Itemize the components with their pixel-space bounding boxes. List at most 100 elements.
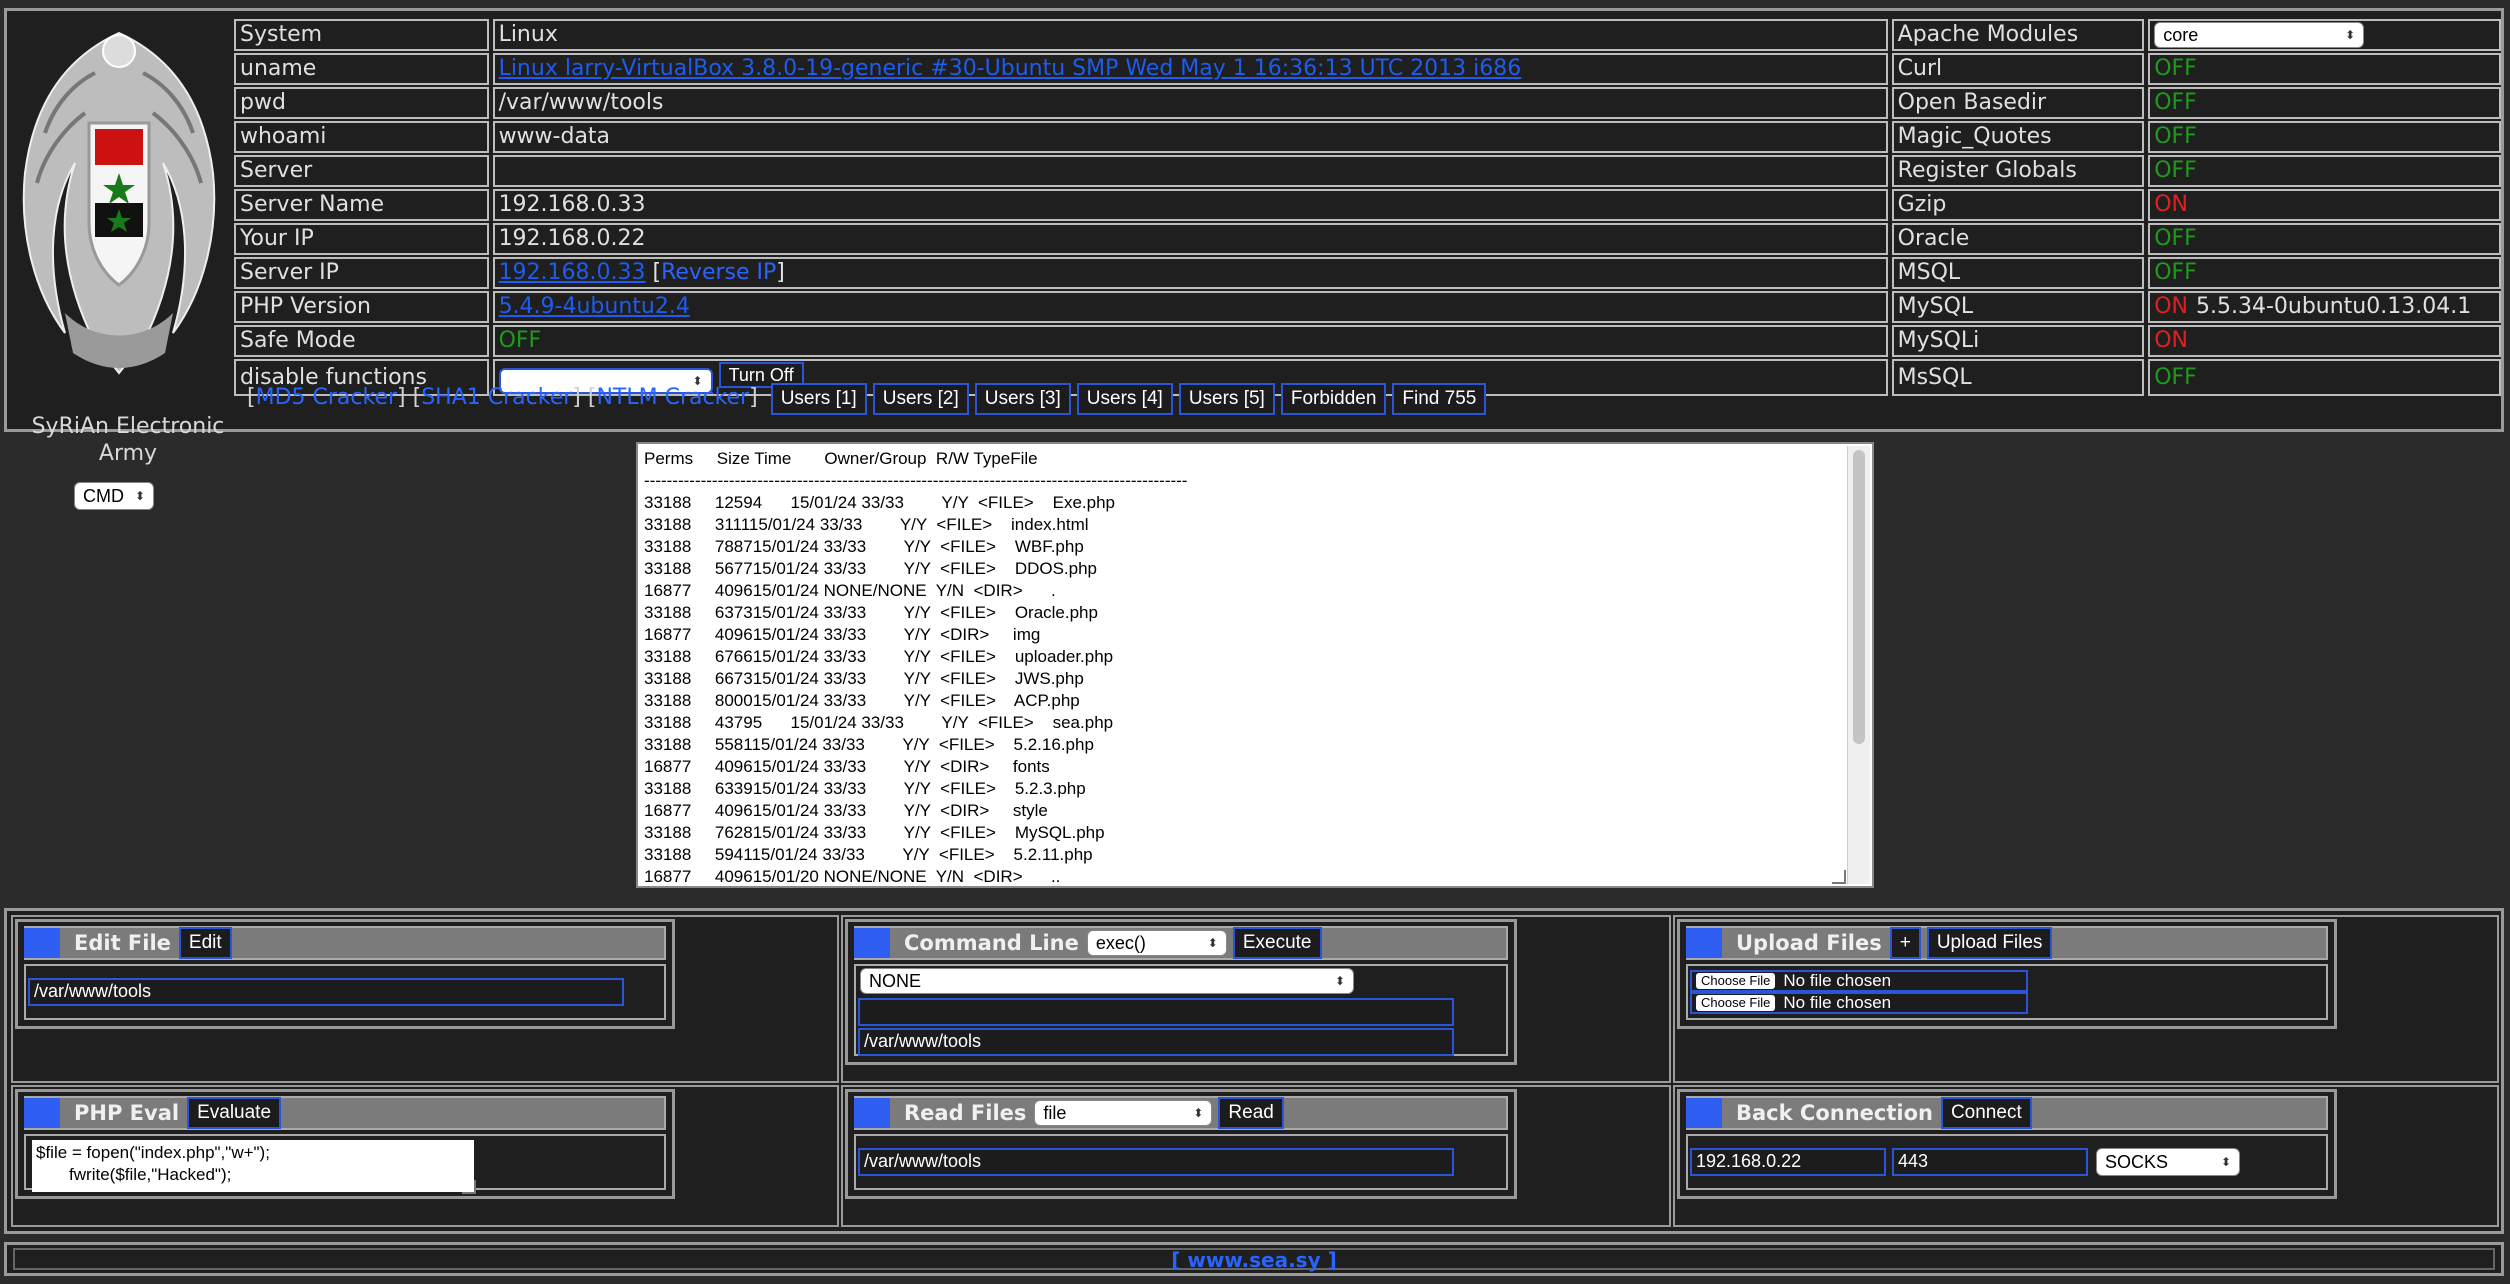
panel-title: Command Line <box>904 931 1079 955</box>
info-key: uname <box>234 53 489 85</box>
status-badge: ON <box>2154 328 2188 353</box>
upload-files-panel: Upload Files + Upload Files Choose File N… <box>1677 919 2337 1029</box>
choose-file-button[interactable]: Choose File <box>1696 973 1776 989</box>
info-status: OFF <box>2148 53 2501 85</box>
users-1-button[interactable]: Users [1] <box>770 383 867 415</box>
read-path-input[interactable]: /var/www/tools <box>858 1148 1454 1176</box>
updown-icon: ⬍ <box>1193 1106 1204 1120</box>
evaluate-button[interactable]: Evaluate <box>187 1097 282 1129</box>
choose-file-button[interactable]: Choose File <box>1696 995 1776 1011</box>
execute-button[interactable]: Execute <box>1232 927 1322 959</box>
info-key: MySQLi <box>1891 325 2145 357</box>
info-link[interactable]: 192.168.0.33 <box>499 260 646 285</box>
users-5-button[interactable]: Users [5] <box>1178 383 1275 415</box>
apache-modules-select[interactable]: core ⬍ <box>2154 22 2365 48</box>
sha1-cracker-link[interactable]: SHA1 Cracker <box>421 385 572 410</box>
connection-type-value: SOCKS <box>2105 1151 2169 1172</box>
panel-toggle-icon[interactable] <box>24 928 60 958</box>
users-2-button[interactable]: Users [2] <box>872 383 969 415</box>
connect-button[interactable]: Connect <box>1940 1097 2032 1129</box>
panel-toggle-icon[interactable] <box>854 928 890 958</box>
info-key: Oracle <box>1891 223 2145 255</box>
info-row: uname Linux larry-VirtualBox 3.8.0-19-gen… <box>234 53 2501 85</box>
back-connection-title: Back Connection Connect <box>1686 1096 2328 1130</box>
listing-scrollbar[interactable] <box>1847 446 1870 884</box>
users-3-button[interactable]: Users [3] <box>974 383 1071 415</box>
info-key: Magic_Quotes <box>1891 121 2145 153</box>
back-connection-body: 192.168.0.22 443 SOCKS ⬍ <box>1686 1134 2328 1190</box>
read-button[interactable]: Read <box>1218 1097 1284 1129</box>
info-status: ON 5.5.34-0ubuntu0.13.04.1 <box>2148 291 2501 323</box>
connection-type-select[interactable]: SOCKS ⬍ <box>2096 1148 2240 1176</box>
info-text: www-data <box>498 124 611 149</box>
panel-toggle-icon[interactable] <box>1686 928 1722 958</box>
file-listing[interactable]: Perms Size Time Owner/Group R/W TypeFile… <box>636 442 1874 888</box>
info-row: System Linux Apache Modules core ⬍ <box>234 19 2501 51</box>
sea-logo: SyRiAn Electronic Army <box>13 13 225 466</box>
exec-method-select[interactable]: exec() ⬍ <box>1086 930 1227 956</box>
info-status: ON <box>2148 189 2501 221</box>
footer-link[interactable]: [ www.sea.sy ] <box>13 1248 2495 1270</box>
info-status: OFF <box>2148 155 2501 187</box>
panel-cell-back: Back Connection Connect 192.168.0.22 443… <box>1673 1085 2499 1227</box>
status-badge: ON <box>2154 192 2188 217</box>
info-link[interactable]: Linux larry-VirtualBox 3.8.0-19-generic … <box>499 56 1522 81</box>
panel-toggle-icon[interactable] <box>854 1098 890 1128</box>
read-method-select[interactable]: file ⬍ <box>1034 1100 1213 1126</box>
info-value: 192.168.0.22 <box>492 223 1888 255</box>
info-row: pwd/var/www/tools Open Basedir OFF <box>234 87 2501 119</box>
info-text: /var/www/tools <box>498 90 664 115</box>
reverse-ip-link[interactable]: Reverse IP <box>661 260 776 285</box>
back-port-input[interactable]: 443 <box>1892 1148 2088 1176</box>
status-badge: OFF <box>2154 364 2197 390</box>
ntlm-cracker-link[interactable]: NTLM Cracker <box>596 385 749 410</box>
resize-handle-icon[interactable] <box>462 1180 476 1194</box>
info-status: OFF <box>2148 223 2501 255</box>
forbidden-button[interactable]: Forbidden <box>1280 383 1387 415</box>
tools-panels: Edit File Edit /var/www/tools Command Li… <box>4 908 2504 1234</box>
cmd-select-value: CMD <box>83 485 124 506</box>
upload-files-button[interactable]: Upload Files <box>1926 927 2053 959</box>
md5-cracker-link[interactable]: MD5 Cracker <box>256 385 397 410</box>
read-method-value: file <box>1043 1102 1067 1123</box>
back-ip-input[interactable]: 192.168.0.22 <box>1690 1148 1886 1176</box>
users-4-button[interactable]: Users [4] <box>1076 383 1173 415</box>
file-picker-1[interactable]: Choose File No file chosen <box>1690 970 2028 992</box>
panel-toggle-icon[interactable] <box>24 1098 60 1128</box>
panel-toggle-icon[interactable] <box>1686 1098 1722 1128</box>
info-key: Your IP <box>234 223 489 255</box>
upload-files-body: Choose File No file chosen Choose File No … <box>1686 964 2328 1020</box>
updown-icon: ⬍ <box>134 489 145 503</box>
panel-title: Read Files <box>904 1101 1027 1125</box>
updown-icon: ⬍ <box>2220 1155 2231 1169</box>
status-badge: OFF <box>2154 90 2197 115</box>
tools-row: [MD5 Cracker] [SHA1 Cracker] [NTLM Crack… <box>247 383 1487 415</box>
edit-button[interactable]: Edit <box>178 927 232 959</box>
resize-handle-icon[interactable] <box>1832 870 1846 884</box>
edit-file-body: /var/www/tools <box>24 964 666 1020</box>
command-input[interactable] <box>858 998 1454 1026</box>
info-row: PHP Version 5.4.9-4ubuntu2.4 MySQL ON 5.5.34… <box>234 291 2501 323</box>
logo-text: SyRiAn Electronic Army <box>31 414 225 466</box>
info-key: System <box>234 19 489 51</box>
info-text: Linux <box>498 22 558 47</box>
command-mode-select[interactable]: NONE ⬍ <box>860 968 1354 994</box>
panel-cell-upload: Upload Files + Upload Files Choose File N… <box>1673 915 2499 1083</box>
edit-path-input[interactable]: /var/www/tools <box>28 978 624 1006</box>
info-key: Gzip <box>1891 189 2145 221</box>
add-upload-button[interactable]: + <box>1889 927 1921 959</box>
scroll-thumb[interactable] <box>1853 450 1865 744</box>
php-code-textarea[interactable]: $file = fopen("index.php","w+"); fwrite(… <box>32 1140 474 1192</box>
info-link[interactable]: 5.4.9-4ubuntu2.4 <box>499 294 690 319</box>
no-file-label: No file chosen <box>1783 993 1892 1012</box>
find-755-button[interactable]: Find 755 <box>1392 383 1487 415</box>
info-key: Open Basedir <box>1891 87 2145 119</box>
info-key: MsSQL <box>1891 359 2145 396</box>
command-path-input[interactable]: /var/www/tools <box>858 1028 1454 1056</box>
file-picker-2[interactable]: Choose File No file chosen <box>1690 992 2028 1014</box>
no-file-label: No file chosen <box>1783 971 1892 990</box>
cmd-select[interactable]: CMD ⬍ <box>74 482 154 510</box>
info-row: Safe Mode OFF MySQLi ON <box>234 325 2501 357</box>
status-badge: OFF <box>2154 56 2197 81</box>
status-badge: OFF <box>2154 226 2197 251</box>
